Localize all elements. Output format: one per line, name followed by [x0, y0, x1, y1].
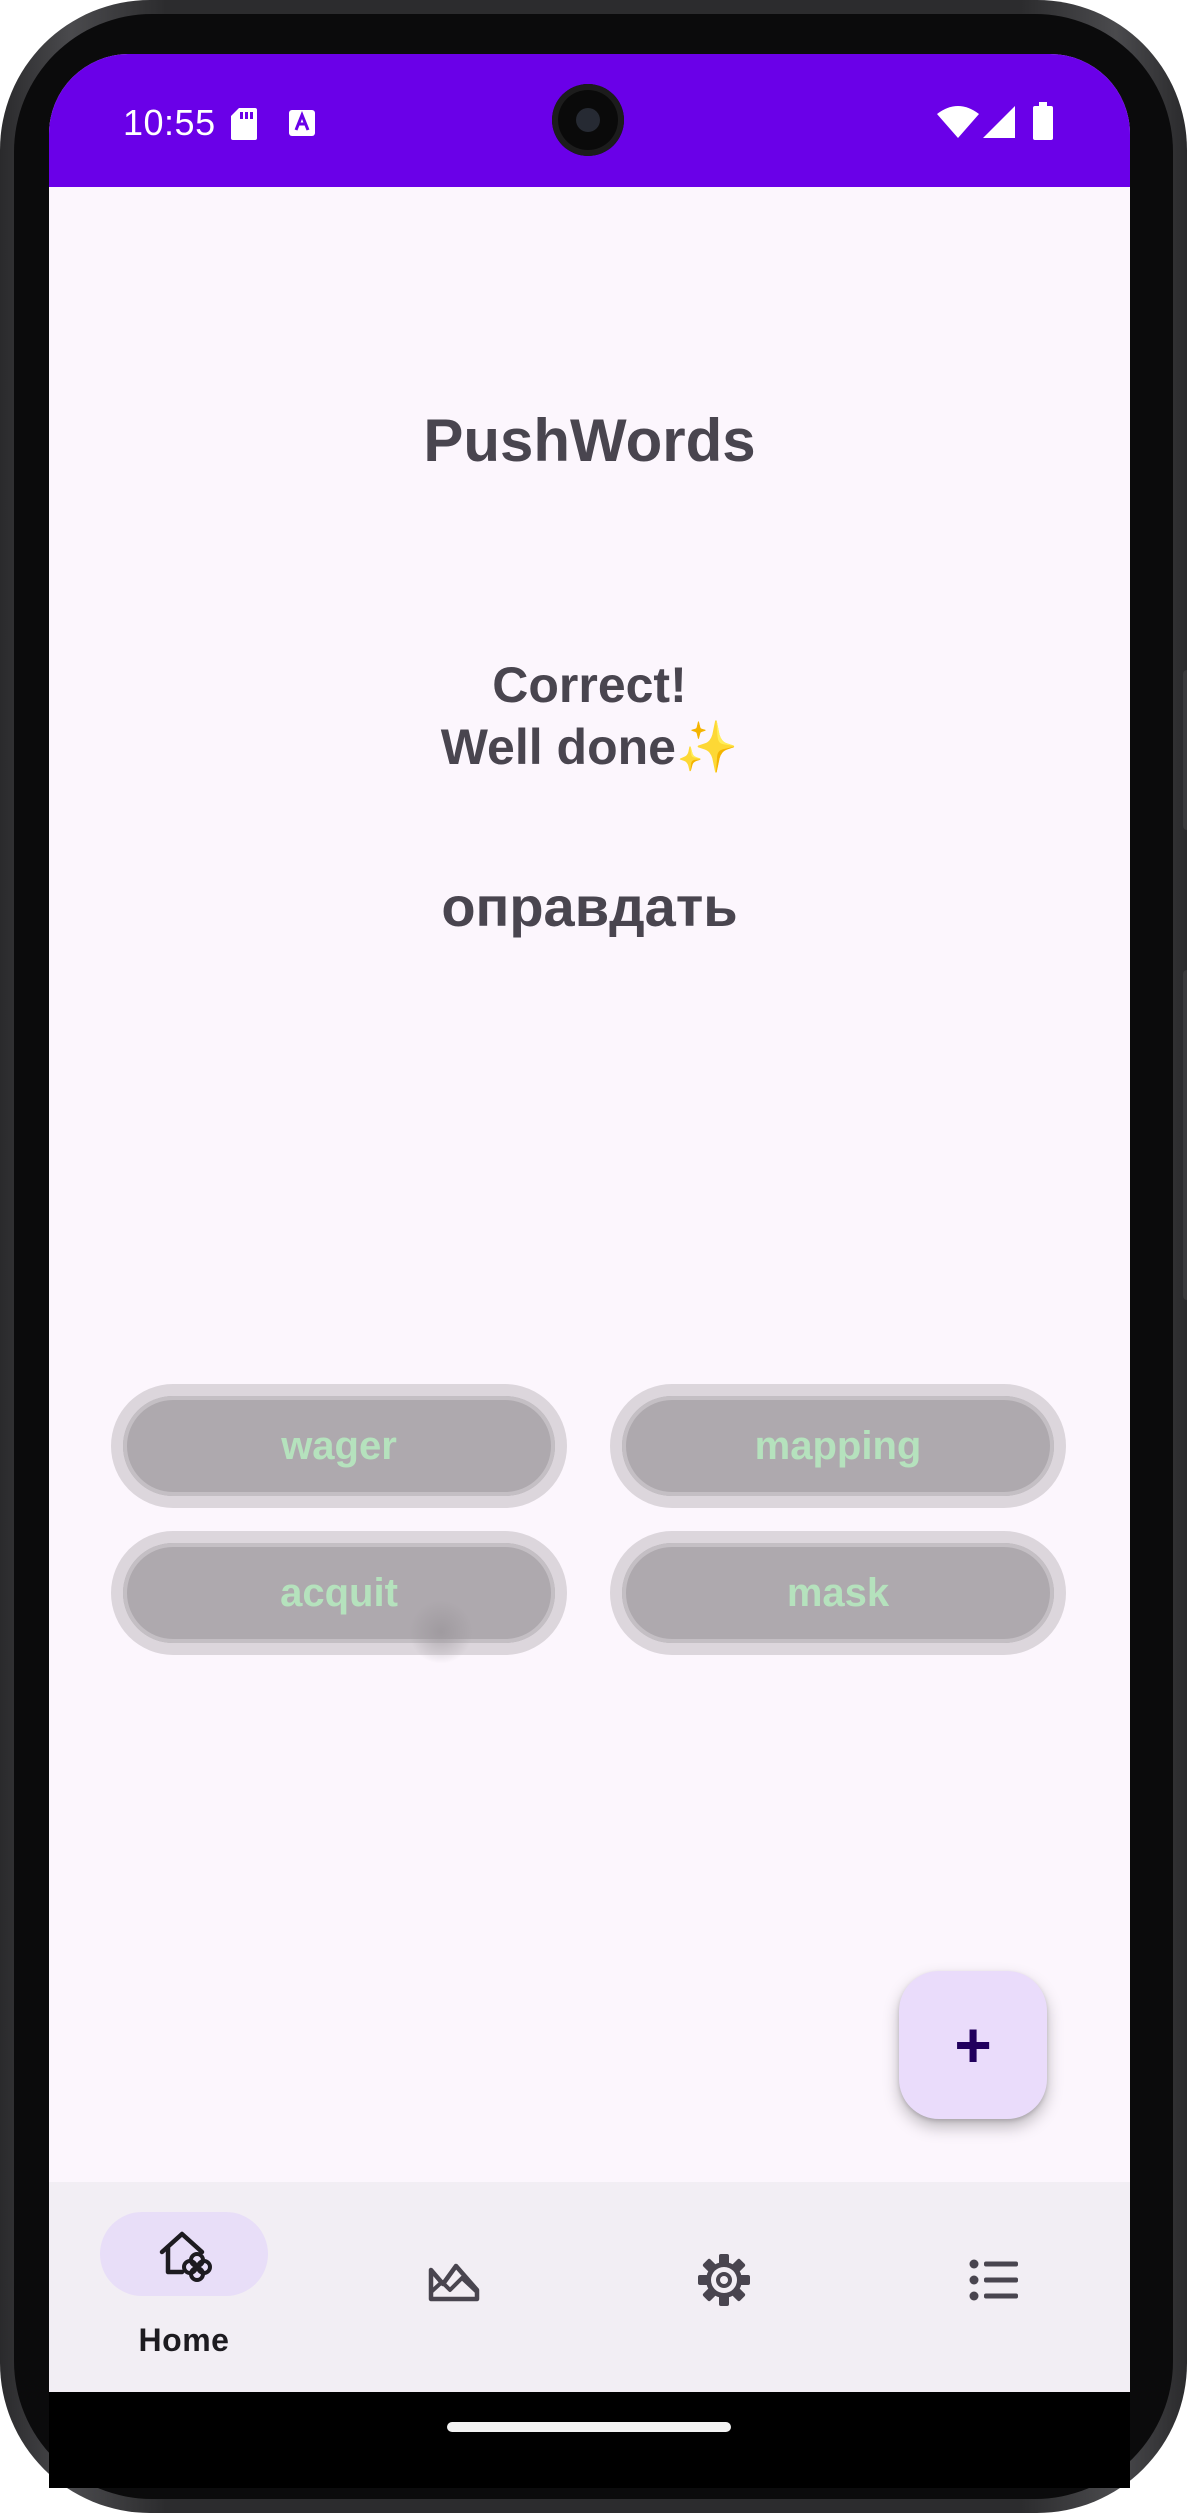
answer-label: acquit — [123, 1543, 555, 1643]
sd-card-icon — [231, 108, 257, 140]
battery-icon — [1033, 102, 1053, 140]
answer-button-mask[interactable]: mask — [610, 1531, 1066, 1655]
status-time: 10:55 — [123, 102, 216, 143]
home-flower-icon — [159, 2231, 212, 2282]
device-screen: 10:55 PushWords Correct! Well done✨ опра… — [49, 54, 1130, 2392]
quiz-word: оправдать — [441, 875, 738, 938]
feedback-well-done: Well done✨ — [440, 719, 739, 775]
answer-button-wager[interactable]: wager — [111, 1384, 567, 1508]
landscape-image-icon — [428, 2263, 480, 2302]
cellular-signal-icon — [983, 106, 1015, 138]
gesture-bar-area — [49, 2392, 1130, 2488]
bottom-navigation: Home — [49, 2182, 1130, 2392]
touch-ripple — [409, 1600, 473, 1664]
volume-button — [1183, 970, 1187, 1300]
nav-item-gallery[interactable] — [319, 2182, 589, 2392]
add-word-fab[interactable]: + — [899, 1971, 1047, 2119]
nav-item-word-list[interactable] — [859, 2182, 1129, 2392]
nav-item-settings[interactable] — [589, 2182, 859, 2392]
front-camera — [552, 84, 624, 156]
nav-label-home: Home — [138, 2322, 230, 2358]
answer-label: wager — [123, 1396, 555, 1496]
answer-button-acquit[interactable]: acquit — [111, 1531, 567, 1655]
home-indicator[interactable] — [447, 2422, 731, 2432]
answer-label: mask — [622, 1543, 1054, 1643]
power-button — [1183, 670, 1187, 830]
list-icon — [969, 2259, 1018, 2301]
text-a-icon — [289, 110, 315, 136]
feedback-correct: Correct! — [492, 657, 687, 713]
nav-item-home[interactable]: Home — [49, 2182, 319, 2392]
add-icon: + — [954, 2009, 992, 2081]
answer-label: mapping — [622, 1396, 1054, 1496]
wifi-icon — [937, 106, 979, 138]
gear-icon — [698, 2254, 750, 2306]
app-title: PushWords — [423, 407, 756, 474]
answer-button-mapping[interactable]: mapping — [610, 1384, 1066, 1508]
